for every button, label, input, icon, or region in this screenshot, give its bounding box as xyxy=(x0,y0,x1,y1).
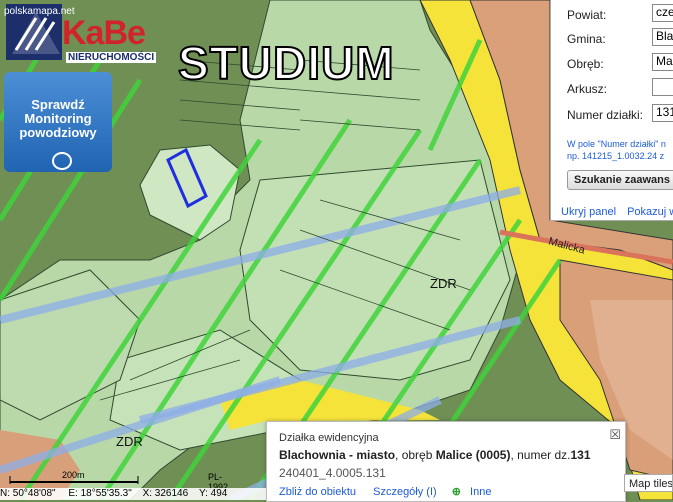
search-hint-line-2: np. 141215_1.0032.24 z xyxy=(567,151,665,161)
y-coordinate: Y: 494 xyxy=(198,488,228,499)
scale-distance: 200m xyxy=(62,470,85,480)
zone-label: ZDR xyxy=(116,434,143,449)
flood-line-3: powodziowy xyxy=(19,125,97,140)
advanced-search-button[interactable]: Szukanie zaawans xyxy=(567,170,673,190)
field-label-numer: Numer działki: xyxy=(567,108,644,122)
gmina-select[interactable]: Bla xyxy=(652,28,673,46)
brand-name: KaBe xyxy=(62,14,146,52)
x-coordinate: X: 326146 xyxy=(142,488,189,499)
flood-line-2: Monitoring xyxy=(24,111,92,126)
field-label-obreb: Obręb: xyxy=(567,57,604,71)
brand-logo: polskamapa.net KaBe NIERUCHOMOŚCI xyxy=(0,0,175,63)
show-link[interactable]: Pokazuj w xyxy=(627,206,673,218)
hide-panel-link[interactable]: Ukryj panel xyxy=(561,206,616,218)
field-label-gmina: Gmina: xyxy=(567,32,606,46)
search-map-icon xyxy=(52,152,72,170)
map-tiles-button[interactable]: Map tiles xyxy=(624,474,673,492)
longitude: E: 18°55'35.3" xyxy=(68,488,132,499)
parcel-number: 131 xyxy=(570,448,591,462)
brand-subtitle: NIERUCHOMOŚCI xyxy=(66,52,157,63)
popup-header: Działka ewidencyjna xyxy=(279,432,379,444)
description-sep-2: , numer dz. xyxy=(510,448,571,462)
field-label-arkusz: Arkusz: xyxy=(567,82,608,96)
parcel-info-popup: Działka ewidencyjna ☒ Blachownia - miast… xyxy=(266,421,626,502)
scale-bar-graphic xyxy=(9,476,139,484)
flood-monitoring-button[interactable]: Sprawdź Monitoring powodziowy xyxy=(4,72,112,172)
overlay-title: STUDIUM xyxy=(177,36,395,90)
flood-line-1: Sprawdź xyxy=(31,97,85,112)
popup-actions: Zbliż do obiektu Szczegóły (I) ⊕ Inne xyxy=(279,485,491,498)
coordinate-status-bar: N: 50°48'08" E: 18°55'35.3" X: 326146 Y:… xyxy=(0,488,266,500)
field-label-powiat: Powiat: xyxy=(567,8,607,22)
parcel-description: Blachownia - miasto, obręb Malice (0005)… xyxy=(279,448,591,462)
parcel-number-input[interactable]: 131 xyxy=(652,104,673,122)
search-panel: Powiat: cze Gmina: Bla Obręb: Ma Arkusz:… xyxy=(550,0,673,221)
plus-circle-icon[interactable]: ⊕ xyxy=(452,486,461,498)
other-link[interactable]: Inne xyxy=(470,486,491,498)
scale-bar: 200m PL-1992 xyxy=(8,470,238,492)
zone-label: ZDR xyxy=(430,276,457,291)
town-name: Blachownia - miasto xyxy=(279,448,396,462)
close-icon[interactable]: ☒ xyxy=(609,427,621,443)
details-link[interactable]: Szczegóły (I) xyxy=(373,486,437,498)
description-sep-1: , obręb xyxy=(395,448,436,462)
search-hint-line-1: W pole "Numer działki" n xyxy=(567,139,666,149)
arkusz-input[interactable] xyxy=(652,78,673,96)
latitude: N: 50°48'08" xyxy=(0,488,56,499)
zoom-to-object-link[interactable]: Zbliż do obiektu xyxy=(279,486,356,498)
search-hint: W pole "Numer działki" n np. 141215_1.00… xyxy=(567,138,666,162)
powiat-select[interactable]: cze xyxy=(652,4,673,22)
obreb-select[interactable]: Ma xyxy=(652,53,673,71)
precinct-name: Malice (0005) xyxy=(435,448,511,462)
panel-links: Ukryj panel Pokazuj w xyxy=(561,206,673,218)
parcel-id: 240401_4.0005.131 xyxy=(279,466,386,480)
